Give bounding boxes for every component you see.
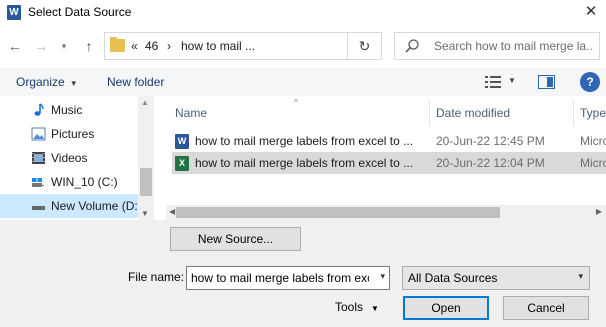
address-bar[interactable]: « 46 › how to mail ... ▾	[104, 32, 436, 60]
close-button[interactable]: ✕	[576, 0, 606, 26]
refresh-button[interactable]: ↻	[348, 32, 382, 60]
drive-icon	[32, 206, 45, 210]
chevron-down-icon: ▼	[371, 304, 379, 313]
organize-label: Organize	[16, 75, 65, 89]
column-header-date-modified[interactable]: Date modified	[430, 100, 574, 126]
sidebar-item-new-volume[interactable]: New Volume (D:	[0, 194, 138, 218]
file-name: how to mail merge labels from excel to .…	[195, 134, 414, 148]
breadcrumb-item[interactable]: how to mail ...	[181, 39, 255, 53]
chevron-down-icon[interactable]: ▾	[380, 271, 385, 282]
file-name-label: File name:	[128, 270, 185, 284]
recent-locations-dropdown[interactable]: ▾	[58, 36, 70, 56]
column-header-type[interactable]: Type	[574, 100, 606, 126]
column-label: Type	[580, 106, 606, 120]
file-date: 20-Jun-22 12:04 PM	[436, 156, 545, 170]
view-dropdown-icon[interactable]: ▼	[508, 76, 516, 85]
file-name-field[interactable]: how to mail merge labels from exc ▾	[186, 266, 390, 290]
sidebar-item-label: Music	[51, 103, 83, 117]
file-type: Micro	[580, 156, 606, 170]
sidebar-item-label: WIN_10 (C:)	[51, 175, 118, 189]
file-list-horizontal-scrollbar[interactable]: ◀ ▶	[166, 205, 606, 220]
window-title: Select Data Source	[28, 5, 132, 19]
scroll-left-icon[interactable]: ◀	[169, 207, 175, 216]
file-type-filter-value: All Data Sources	[408, 271, 498, 285]
excel-file-icon: X	[175, 156, 189, 171]
scrollbar-thumb[interactable]	[140, 168, 152, 196]
chevron-down-icon: ▾	[578, 271, 583, 281]
forward-button[interactable]: →	[32, 36, 50, 56]
new-source-button[interactable]: New Source...	[170, 227, 301, 251]
sidebar-scrollbar[interactable]: ▲ ▼	[138, 96, 154, 220]
title-bar: W Select Data Source ✕	[0, 0, 606, 26]
breadcrumb-item[interactable]: 46	[145, 39, 158, 53]
back-button[interactable]: ←	[6, 36, 24, 56]
search-icon	[405, 39, 419, 53]
cancel-button[interactable]: Cancel	[503, 296, 589, 320]
file-row[interactable]: X how to mail merge labels from excel to…	[172, 152, 606, 174]
column-label: Date modified	[436, 106, 511, 120]
file-date: 20-Jun-22 12:45 PM	[436, 134, 545, 148]
file-type-filter[interactable]: All Data Sources ▾	[402, 266, 590, 290]
organize-button[interactable]: Organize ▼	[16, 75, 78, 89]
command-bar: Organize ▼ New folder ▼ ?	[0, 68, 606, 96]
sidebar-item-win10-drive[interactable]: WIN_10 (C:)	[0, 170, 138, 194]
column-label: Name	[175, 106, 208, 120]
scrollbar-thumb[interactable]	[176, 207, 500, 218]
sort-ascending-icon: ^	[294, 98, 298, 107]
tools-label: Tools	[335, 300, 364, 314]
up-button[interactable]: ↑	[80, 36, 98, 56]
chevron-down-icon: ▼	[69, 79, 78, 88]
word-app-icon: W	[7, 5, 21, 20]
sidebar-item-label: New Volume (D:	[51, 199, 138, 213]
sidebar-item-videos[interactable]: Videos	[0, 146, 138, 170]
navigation-bar: ← → ▾ ↑ « 46 › how to mail ... ▾ ↻ Searc…	[0, 30, 606, 62]
scroll-down-icon[interactable]: ▼	[141, 209, 149, 218]
scroll-up-icon[interactable]: ▲	[141, 98, 149, 107]
breadcrumb-separator[interactable]: ›	[167, 39, 171, 53]
file-row[interactable]: W how to mail merge labels from excel to…	[172, 130, 606, 152]
breadcrumb-overflow[interactable]: «	[131, 39, 138, 53]
dialog-footer: New Source... File name: how to mail mer…	[0, 220, 606, 327]
column-header-name[interactable]: ^ Name	[166, 98, 430, 126]
videos-icon	[32, 152, 45, 164]
word-file-icon: W	[175, 134, 189, 149]
file-name-input[interactable]: how to mail merge labels from exc	[191, 271, 369, 285]
scroll-right-icon[interactable]: ▶	[596, 207, 602, 216]
file-list: ^ Name Date modified Type W how to mail …	[166, 96, 606, 220]
drive-icon	[32, 178, 44, 187]
preview-pane-icon[interactable]	[538, 75, 555, 89]
sidebar-item-pictures[interactable]: Pictures	[0, 122, 138, 146]
open-button[interactable]: Open	[403, 296, 489, 320]
music-icon	[34, 103, 44, 116]
search-input[interactable]: Search how to mail merge la...	[434, 39, 594, 53]
sidebar-item-music[interactable]: Music	[0, 98, 138, 122]
new-folder-button[interactable]: New folder	[107, 75, 164, 89]
pictures-icon	[31, 127, 46, 141]
search-box[interactable]: Search how to mail merge la...	[394, 32, 600, 60]
sidebar-item-label: Videos	[51, 151, 88, 165]
view-options-icon[interactable]	[484, 74, 502, 90]
folder-icon	[110, 37, 125, 52]
tools-menu[interactable]: Tools ▼	[335, 300, 379, 314]
navigation-pane: Music Pictures Videos WIN_10 (C:) New Vo…	[0, 96, 154, 220]
help-icon[interactable]: ?	[580, 72, 600, 92]
sidebar-item-label: Pictures	[51, 127, 95, 141]
file-type: Micro	[580, 134, 606, 148]
file-name: how to mail merge labels from excel to .…	[195, 156, 414, 170]
